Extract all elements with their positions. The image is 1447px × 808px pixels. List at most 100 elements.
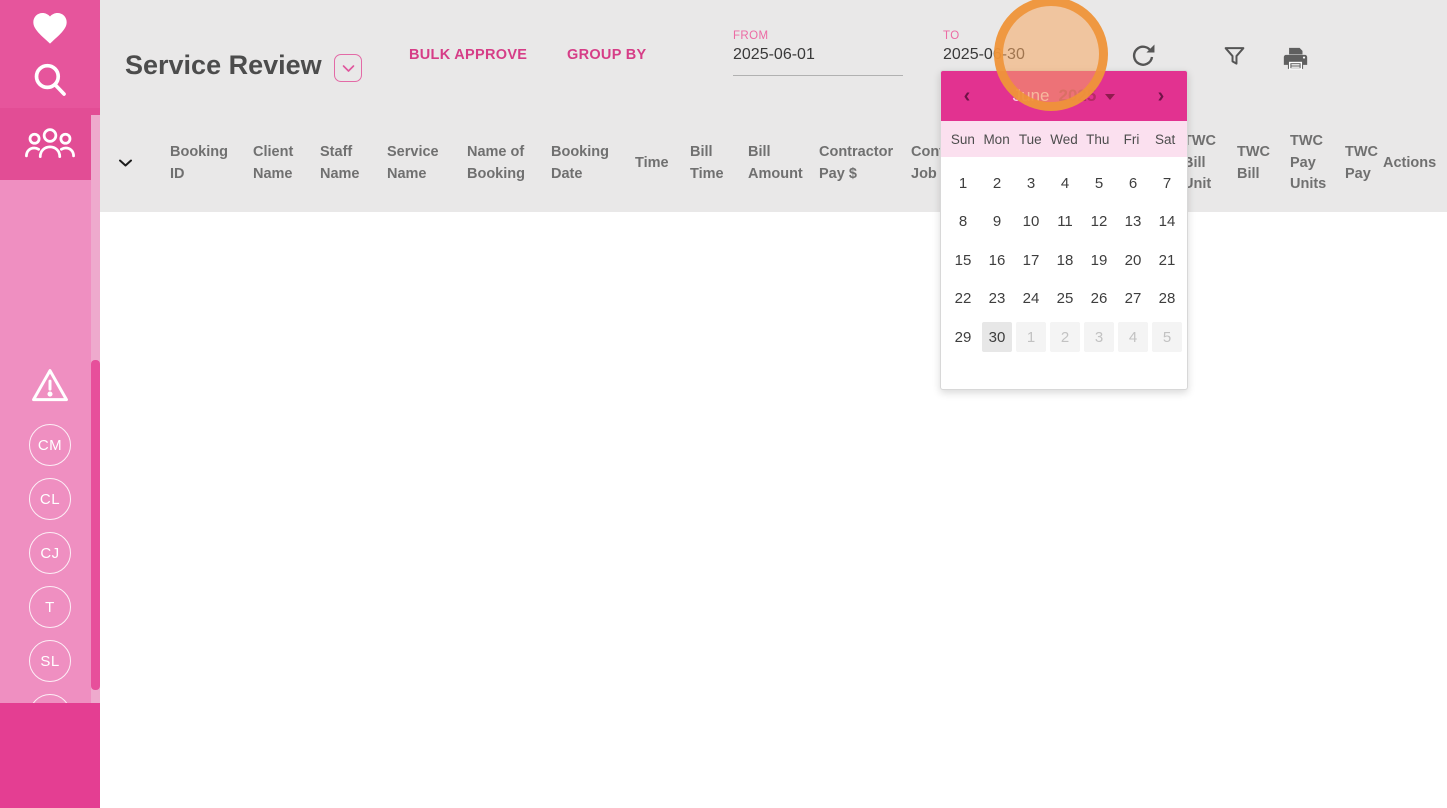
- weekday-label: Wed: [1050, 131, 1078, 147]
- filter-button[interactable]: [1222, 44, 1247, 72]
- calendar-month-label: June: [1012, 86, 1050, 105]
- calendar-day[interactable]: 21: [1152, 245, 1182, 275]
- date-picker-popup: ‹ June 2025 › Sun Mon Tue Wed Thu Fri Sat 1234…: [940, 70, 1188, 390]
- search-icon: [29, 59, 71, 106]
- calendar-day[interactable]: 26: [1084, 284, 1114, 314]
- calendar-day[interactable]: 22: [948, 284, 978, 314]
- calendar-day[interactable]: 15: [948, 245, 978, 275]
- calendar-next-button[interactable]: ›: [1149, 85, 1173, 108]
- calendar-day[interactable]: 4: [1050, 168, 1080, 198]
- calendar-day[interactable]: 1: [948, 168, 978, 198]
- calendar-day[interactable]: 9: [982, 207, 1012, 237]
- calendar-day[interactable]: 12: [1084, 207, 1114, 237]
- chevron-down-icon: [118, 155, 133, 173]
- calendar-day[interactable]: 7: [1152, 168, 1182, 198]
- calendar-day[interactable]: 10: [1016, 207, 1046, 237]
- calendar-day[interactable]: 30: [982, 322, 1012, 353]
- column-header[interactable]: Booking ID: [170, 142, 253, 186]
- expand-all-toggle[interactable]: [118, 155, 170, 173]
- calendar-day[interactable]: 16: [982, 245, 1012, 275]
- calendar-month-year-selector[interactable]: June 2025: [979, 86, 1149, 106]
- calendar-day[interactable]: 24: [1016, 284, 1046, 314]
- print-icon: [1281, 47, 1310, 76]
- calendar-day[interactable]: 29: [948, 322, 978, 352]
- client-avatar[interactable]: CM: [29, 424, 71, 466]
- calendar-day[interactable]: 27: [1118, 284, 1148, 314]
- calendar-day-grid: 1 2 3 4 5 6 7 8 9 10 11 12 13 14 15 16 17 18 19 20 21 22 23 24 2…: [941, 157, 1187, 357]
- client-avatar[interactable]: CJ: [29, 532, 71, 574]
- chevron-down-icon: [1105, 94, 1116, 100]
- calendar-day[interactable]: 2: [1050, 322, 1080, 353]
- calendar-header: ‹ June 2025 ›: [941, 71, 1187, 121]
- topbar: Service Review BULK APPROVE GROUP BY FRO…: [100, 0, 1447, 115]
- alert-triangle-icon: [27, 365, 73, 412]
- calendar-day[interactable]: 2: [982, 168, 1012, 198]
- sidebar-scrollbar-thumb[interactable]: [91, 360, 100, 690]
- calendar-day[interactable]: 8: [948, 207, 978, 237]
- calendar-day[interactable]: 3: [1016, 168, 1046, 198]
- calendar-day[interactable]: 25: [1050, 284, 1080, 314]
- print-button[interactable]: [1281, 45, 1310, 76]
- column-header[interactable]: Staff Name: [320, 142, 387, 186]
- calendar-day[interactable]: 19: [1084, 245, 1114, 275]
- calendar-day[interactable]: 11: [1050, 207, 1080, 237]
- column-header[interactable]: Actions: [1383, 153, 1447, 175]
- sidebar: CMCLCJTSLJONSRFS: [0, 0, 100, 808]
- from-date-value[interactable]: 2025-06-01: [733, 46, 903, 64]
- client-avatar[interactable]: T: [29, 586, 71, 628]
- calendar-day[interactable]: 5: [1084, 168, 1114, 198]
- calendar-weekday-row: Sun Mon Tue Wed Thu Fri Sat: [941, 121, 1187, 157]
- page-title: Service Review: [125, 50, 322, 80]
- sidebar-client-section: CMCLCJTSLJONSRFS: [0, 180, 100, 808]
- calendar-day[interactable]: 23: [982, 284, 1012, 314]
- calendar-day[interactable]: 5: [1152, 322, 1182, 353]
- alert-nav-button[interactable]: [0, 364, 100, 412]
- column-header[interactable]: Service Name: [387, 142, 467, 186]
- calendar-day[interactable]: 18: [1050, 245, 1080, 275]
- calendar-day[interactable]: 13: [1118, 207, 1148, 237]
- calendar-day[interactable]: 6: [1118, 168, 1148, 198]
- client-avatar[interactable]: CL: [29, 478, 71, 520]
- column-header[interactable]: TWC Bill: [1237, 142, 1290, 186]
- column-header[interactable]: Client Name: [253, 142, 320, 186]
- column-header[interactable]: Booking Date: [551, 142, 635, 186]
- calendar-day[interactable]: 28: [1152, 284, 1182, 314]
- weekday-label: Fri: [1123, 131, 1140, 147]
- calendar-day[interactable]: 3: [1084, 322, 1114, 353]
- weekday-label: Tue: [1018, 131, 1042, 147]
- column-header[interactable]: Bill Time: [690, 142, 748, 186]
- column-header[interactable]: Bill Amount: [748, 142, 819, 186]
- to-date-value[interactable]: 2025-06-30: [943, 46, 1113, 64]
- column-header[interactable]: Contractor Pay $: [819, 142, 911, 186]
- people-nav-button-active[interactable]: [0, 108, 100, 180]
- client-avatar[interactable]: SL: [29, 640, 71, 682]
- sidebar-bottom-section: [0, 703, 100, 808]
- column-header[interactable]: TWC Pay Units: [1290, 131, 1345, 196]
- refresh-button[interactable]: [1130, 44, 1156, 73]
- weekday-label: Sun: [950, 131, 975, 147]
- from-date-field[interactable]: FROM 2025-06-01: [733, 30, 903, 76]
- calendar-day[interactable]: 14: [1152, 207, 1182, 237]
- calendar-day[interactable]: 1: [1016, 322, 1046, 353]
- table-header-row: Booking ID Client Name Staff Name Service N…: [100, 115, 1447, 212]
- calendar-prev-button[interactable]: ‹: [955, 85, 979, 108]
- bulk-approve-button[interactable]: BULK APPROVE: [409, 47, 527, 63]
- chevron-down-icon: [342, 61, 355, 76]
- column-header[interactable]: Time: [635, 153, 690, 175]
- sidebar-scrollbar[interactable]: [91, 115, 100, 705]
- column-header[interactable]: TWC Bill Unit: [1183, 131, 1237, 196]
- to-label: TO: [943, 30, 960, 42]
- column-header[interactable]: TWC Pay: [1345, 142, 1383, 186]
- heart-nav-button[interactable]: [0, 6, 100, 54]
- search-nav-button[interactable]: [0, 58, 100, 106]
- table-columns: Booking ID Client Name Staff Name Service N…: [170, 131, 1447, 196]
- title-menu-button[interactable]: [334, 54, 362, 82]
- group-by-button[interactable]: GROUP BY: [567, 47, 646, 63]
- column-header[interactable]: Name of Booking: [467, 142, 551, 186]
- calendar-day[interactable]: 20: [1118, 245, 1148, 275]
- calendar-day[interactable]: 4: [1118, 322, 1148, 353]
- calendar-day[interactable]: 17: [1016, 245, 1046, 275]
- calendar-year-label: 2025: [1058, 86, 1097, 105]
- sidebar-top-section: [0, 0, 100, 180]
- weekday-label: Mon: [983, 131, 1010, 147]
